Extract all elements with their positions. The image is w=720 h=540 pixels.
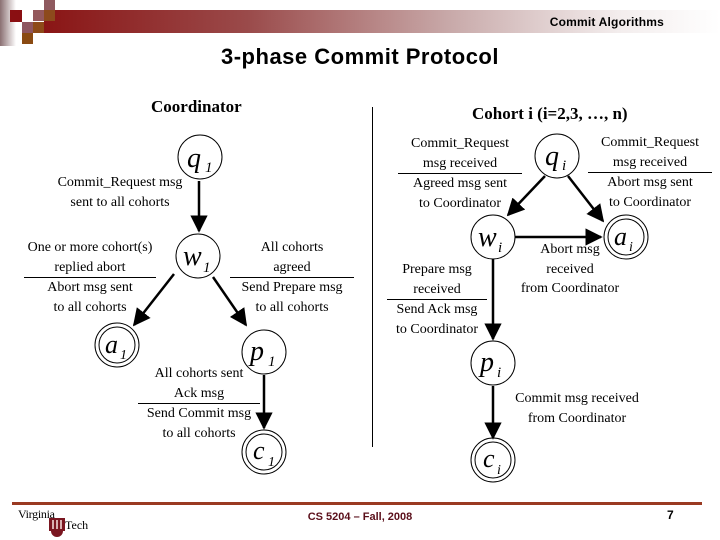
action-line: Send Ack msg: [396, 302, 478, 317]
state-cohort-p: p i: [470, 340, 516, 386]
shield-icon-tip: [51, 531, 63, 537]
action-line: to all cohorts: [162, 425, 236, 441]
label-line: from Coordinator: [527, 410, 627, 426]
state-letter: c: [483, 444, 495, 473]
action-line: Abort msg sent: [47, 280, 133, 295]
label-line: from Coordinator: [520, 281, 620, 296]
footer-rule: [12, 502, 702, 505]
label-cohort-q-to-w: Commit_Request msg received Agreed msg s…: [398, 134, 522, 213]
label-line: Commit msg received: [515, 391, 639, 406]
label-line: Abort msg: [540, 242, 600, 257]
state-coord-a: a 1: [94, 322, 140, 368]
condition-line: msg received: [588, 153, 712, 173]
condition-line: Commit_Request: [601, 135, 699, 150]
state-subscript: 1: [268, 455, 275, 470]
condition-line: Ack msg: [138, 384, 260, 404]
state-letter: p: [248, 336, 264, 367]
action-line: Send Commit msg: [146, 406, 252, 421]
state-subscript: 1: [203, 260, 211, 276]
condition-line: Prepare msg: [402, 262, 472, 277]
state-letter: p: [478, 347, 494, 378]
state-subscript: 1: [120, 348, 127, 363]
action-line: Agreed msg sent: [412, 176, 508, 191]
action-line: to all cohorts: [53, 299, 127, 315]
state-cohort-c: c i: [470, 437, 516, 483]
label-cohort-w-to-a: Abort msg received from Coordinator: [508, 240, 632, 299]
condition-line: agreed: [230, 258, 354, 278]
page-number: 7: [667, 508, 674, 522]
label-line: sent to all cohorts: [70, 194, 170, 210]
state-subscript: i: [498, 240, 502, 256]
label-coord-w-to-a: One or more cohort(s) replied abort Abor…: [20, 238, 160, 317]
state-subscript: 1: [268, 354, 276, 370]
action-line: to all cohorts: [255, 299, 329, 315]
label-coord-w-to-p: All cohorts agreed Send Prepare msg to a…: [230, 238, 354, 317]
label-line: Commit_Request msg: [57, 175, 183, 190]
condition-line: All cohorts sent: [154, 366, 244, 381]
state-letter: w: [183, 241, 202, 272]
condition-line: One or more cohort(s): [27, 240, 153, 255]
state-cohort-q: q i: [534, 133, 580, 179]
label-coord-p-to-c: All cohorts sent Ack msg Send Commit msg…: [138, 364, 260, 443]
state-subscript: 1: [205, 160, 213, 176]
state-letter: q: [187, 143, 201, 174]
state-letter: q: [545, 141, 559, 172]
state-letter: w: [478, 222, 497, 253]
action-line: to Coordinator: [608, 194, 692, 210]
condition-line: replied abort: [24, 258, 156, 278]
label-line: received: [546, 261, 594, 277]
label-cohort-p-to-c: Commit msg received from Coordinator: [504, 389, 650, 428]
action-line: Abort msg sent: [607, 175, 693, 190]
condition-line: Commit_Request: [411, 136, 509, 151]
condition-line: received: [387, 280, 487, 300]
condition-line: All cohorts: [260, 240, 324, 255]
label-cohort-q-to-a: Commit_Request msg received Abort msg se…: [588, 133, 712, 212]
state-subscript: i: [497, 463, 501, 478]
label-coord-q-to-w: Commit_Request msg sent to all cohorts: [48, 173, 192, 212]
state-coord-w: w 1: [175, 233, 221, 279]
action-line: to Coordinator: [395, 321, 479, 337]
state-letter: a: [105, 330, 118, 359]
action-line: to Coordinator: [418, 195, 502, 211]
state-subscript: i: [562, 158, 566, 174]
state-subscript: i: [497, 365, 501, 381]
condition-line: msg received: [398, 154, 522, 174]
footer-course: CS 5204 – Fall, 2008: [307, 511, 413, 523]
label-cohort-w-to-p: Prepare msg received Send Ack msg to Coo…: [387, 260, 487, 339]
action-line: Send Prepare msg: [241, 280, 343, 295]
